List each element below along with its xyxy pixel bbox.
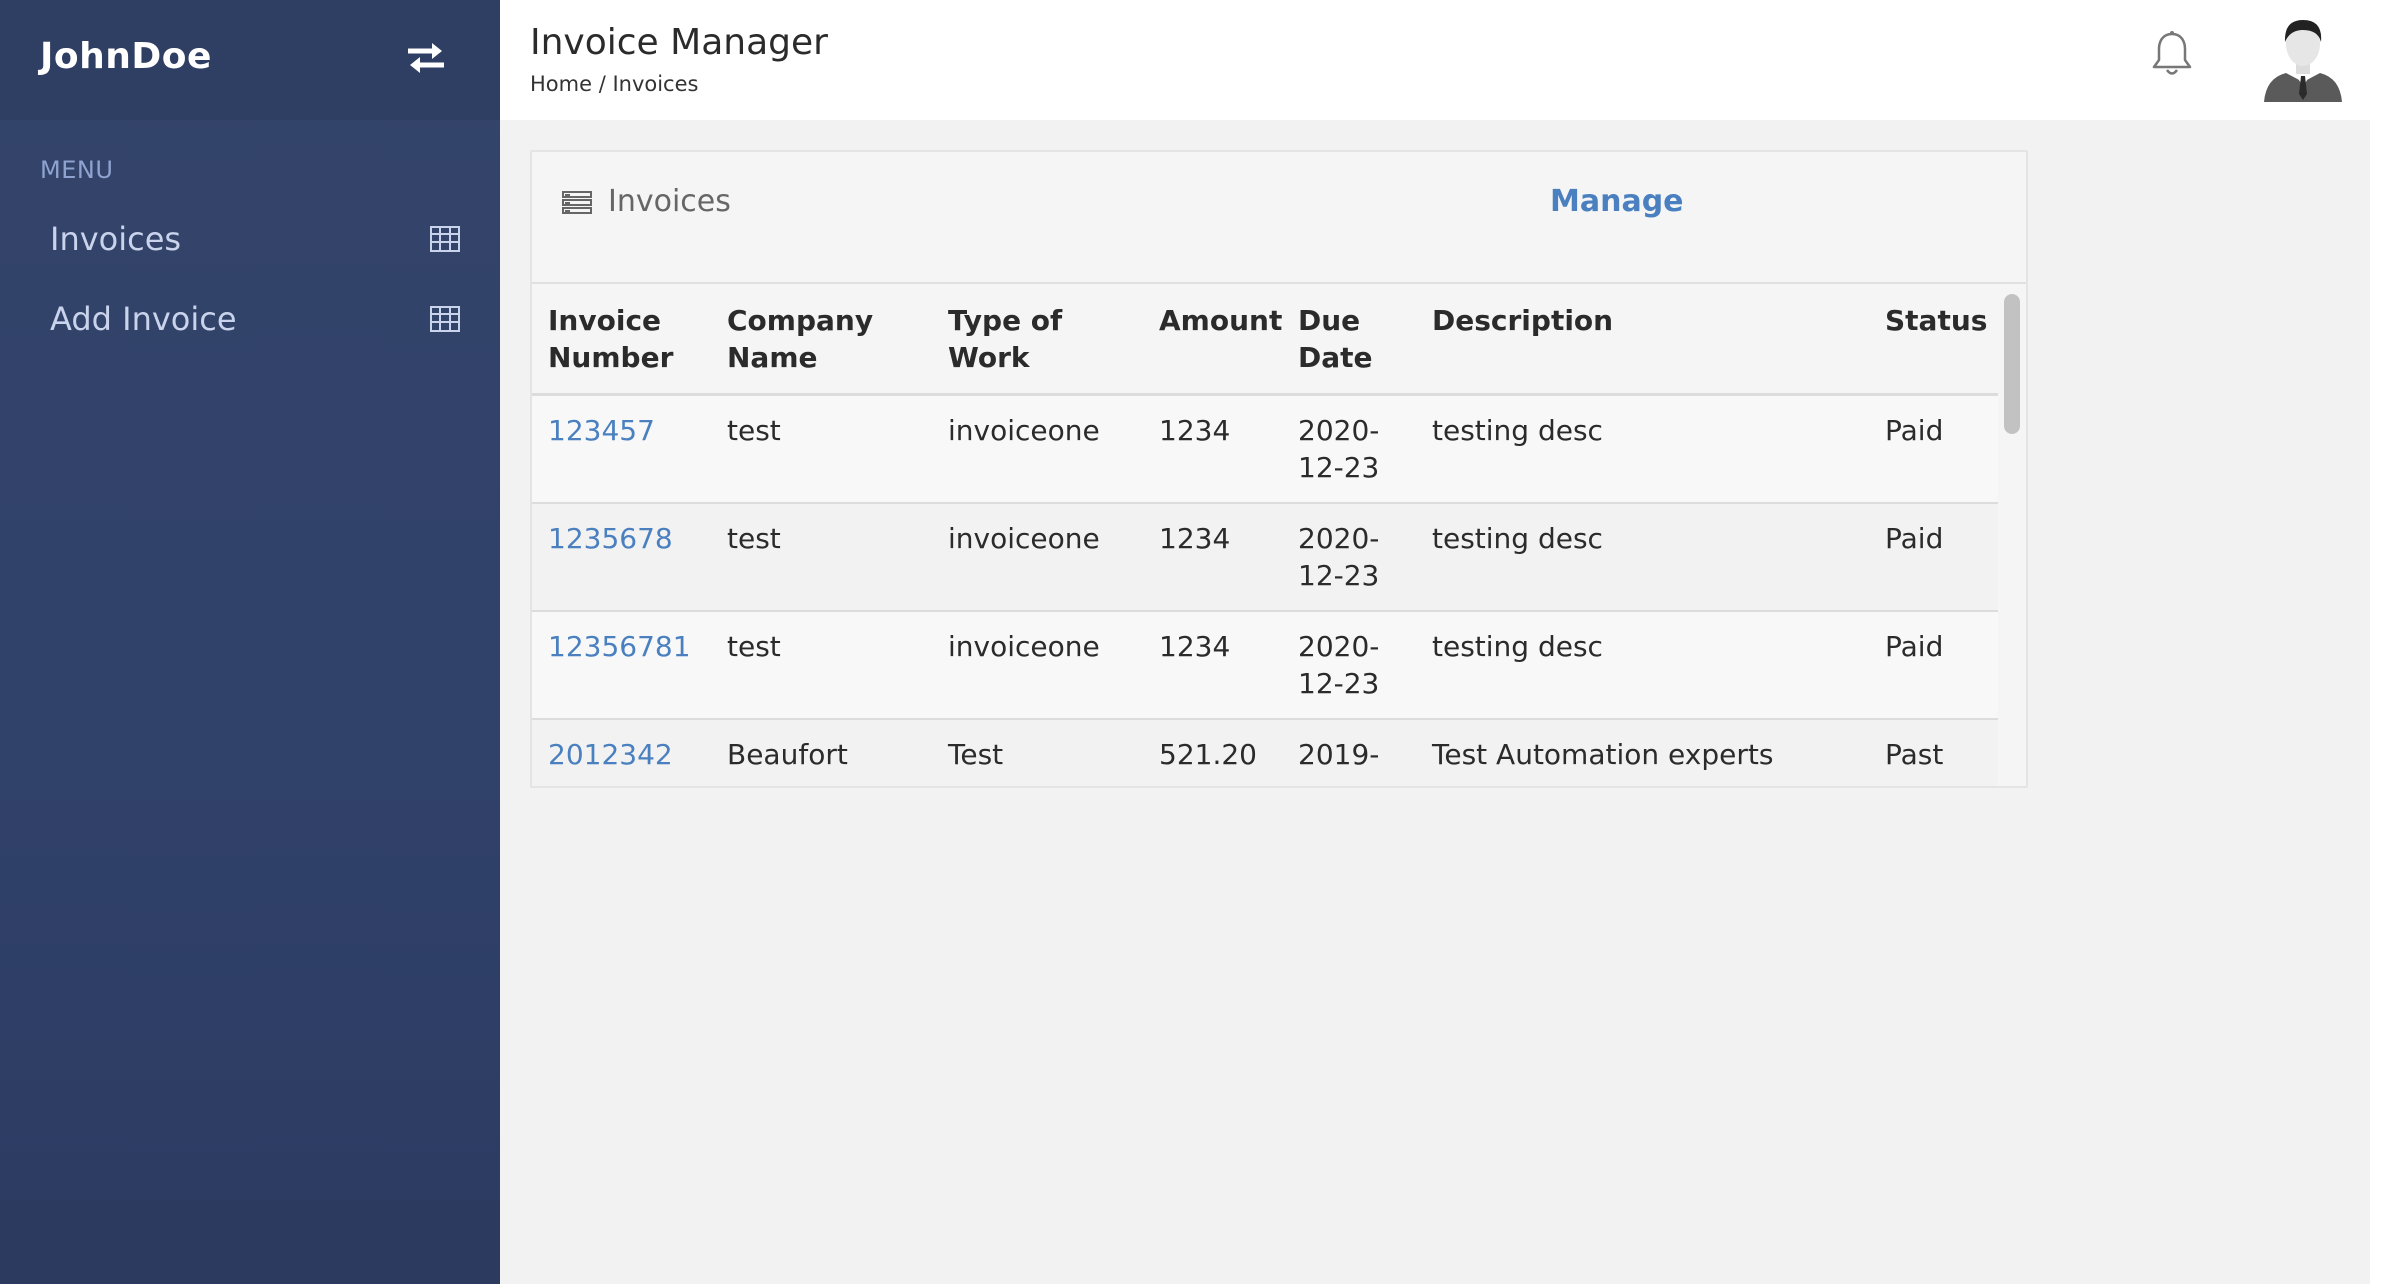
page-title: Invoice Manager — [530, 22, 828, 63]
column-header-description[interactable]: Description — [1416, 286, 1869, 396]
brand-username: JohnDoe — [40, 36, 212, 77]
menu-header: MENU — [40, 156, 114, 184]
status-cell: Paid — [1869, 502, 1998, 612]
description-cell: testing desc — [1416, 610, 1869, 720]
table-header-row: Invoice Number Company Name Type of Work… — [532, 286, 1998, 396]
swap-arrows-icon[interactable] — [404, 40, 448, 76]
column-header-due-date[interactable]: Due Date — [1282, 286, 1416, 396]
description-cell: testing desc — [1416, 394, 1869, 504]
sidebar-item-invoices[interactable]: Invoices — [40, 209, 460, 269]
avatar[interactable] — [2262, 16, 2344, 102]
bell-icon[interactable] — [2150, 30, 2194, 78]
type-cell: invoiceone — [932, 394, 1143, 504]
card-title: Invoices — [608, 184, 731, 219]
table-row: 1235678 test invoiceone 1234 2020-12-23 … — [532, 502, 1998, 612]
invoice-number-link[interactable]: 123457 — [532, 394, 711, 504]
sidebar-item-add-invoice[interactable]: Add Invoice — [40, 289, 460, 349]
table-row: 2012342 Beaufort Test 521.20 2019- Test … — [532, 718, 1998, 786]
sidebar: JohnDoe MENU Invoices Add Invoice — [0, 0, 500, 1284]
sidebar-footer — [0, 1200, 500, 1284]
page-right-edge — [2370, 0, 2400, 1284]
company-cell: Beaufort — [711, 718, 932, 786]
amount-cell: 521.20 — [1143, 718, 1282, 786]
sidebar-item-label: Invoices — [50, 220, 182, 258]
breadcrumb: Home / Invoices — [530, 72, 699, 96]
table-row: 123457 test invoiceone 1234 2020-12-23 t… — [532, 394, 1998, 504]
column-header-invoice-number[interactable]: Invoice Number — [532, 286, 711, 396]
amount-cell: 1234 — [1143, 502, 1282, 612]
type-cell: invoiceone — [932, 502, 1143, 612]
table-row: 12356781 test invoiceone 1234 2020-12-23… — [532, 610, 1998, 720]
type-cell: Test — [932, 718, 1143, 786]
company-cell: test — [711, 610, 932, 720]
due-date-cell: 2020-12-23 — [1282, 394, 1416, 504]
top-header: Invoice Manager Home / Invoices — [500, 0, 2370, 120]
column-header-status[interactable]: Status — [1869, 286, 1998, 396]
sidebar-item-label: Add Invoice — [50, 300, 237, 338]
table-grid-icon — [430, 226, 460, 252]
company-cell: test — [711, 502, 932, 612]
status-cell: Paid — [1869, 610, 1998, 720]
table-scrollbar-thumb[interactable] — [2004, 294, 2020, 434]
amount-cell: 1234 — [1143, 610, 1282, 720]
type-cell: invoiceone — [932, 610, 1143, 720]
invoice-table: Invoice Number Company Name Type of Work… — [532, 286, 1998, 786]
invoice-number-link[interactable]: 2012342 — [532, 718, 711, 786]
due-date-cell: 2020-12-23 — [1282, 502, 1416, 612]
status-cell: Past — [1869, 718, 1998, 786]
manage-link[interactable]: Manage — [1550, 184, 1684, 219]
card-header: Invoices Manage — [532, 152, 2026, 284]
status-cell: Paid — [1869, 394, 1998, 504]
company-cell: test — [711, 394, 932, 504]
invoice-number-link[interactable]: 1235678 — [532, 502, 711, 612]
column-header-amount[interactable]: Amount — [1143, 286, 1282, 396]
description-cell: testing desc — [1416, 502, 1869, 612]
column-header-company-name[interactable]: Company Name — [711, 286, 932, 396]
description-cell: Test Automation experts — [1416, 718, 1869, 786]
due-date-cell: 2019- — [1282, 718, 1416, 786]
invoices-card: Invoices Manage Invoice Number Company N… — [530, 150, 2028, 788]
list-icon — [562, 191, 592, 214]
column-header-type-of-work[interactable]: Type of Work — [932, 286, 1143, 396]
amount-cell: 1234 — [1143, 394, 1282, 504]
invoice-table-container[interactable]: Invoice Number Company Name Type of Work… — [532, 286, 2026, 786]
due-date-cell: 2020-12-23 — [1282, 610, 1416, 720]
table-grid-icon — [430, 306, 460, 332]
invoice-number-link[interactable]: 12356781 — [532, 610, 711, 720]
